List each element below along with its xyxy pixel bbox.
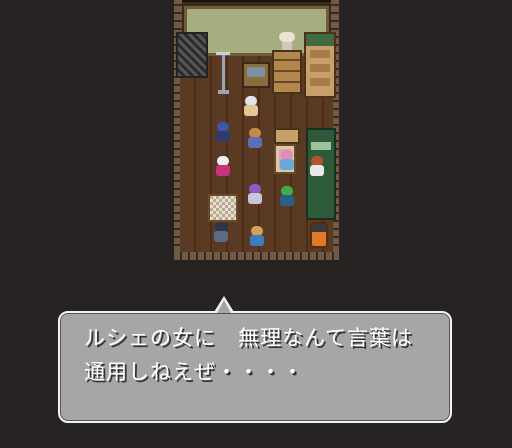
dresser-drawers	[272, 50, 302, 94]
coat-rack	[216, 48, 230, 94]
dialog-line-2: 通用しねえぜ・・・・	[84, 360, 304, 384]
character-brown-hair	[246, 128, 264, 150]
character-child	[248, 226, 266, 248]
character-redhead	[308, 156, 326, 178]
character-pink-hair	[278, 150, 296, 172]
television-cabinet	[242, 62, 270, 88]
character-green-hair	[278, 186, 296, 208]
bottom-wall-trim	[174, 252, 339, 260]
barrel	[310, 222, 328, 248]
wall-lamp-grate	[176, 32, 208, 78]
character-white-hair	[214, 156, 232, 178]
game-scene-room	[174, 0, 339, 260]
checkered-table	[208, 194, 238, 222]
tall-cabinet	[304, 32, 336, 98]
character-blue-hat	[214, 122, 232, 144]
dialog-line-1: ルシェの女に 無理なんて言葉は	[84, 326, 413, 350]
character-purple-hair	[246, 184, 264, 206]
dialog-tail-inner	[217, 300, 231, 313]
small-drawer	[274, 128, 300, 144]
character-dark-hair	[212, 222, 230, 244]
character-silver-hair	[242, 96, 260, 118]
